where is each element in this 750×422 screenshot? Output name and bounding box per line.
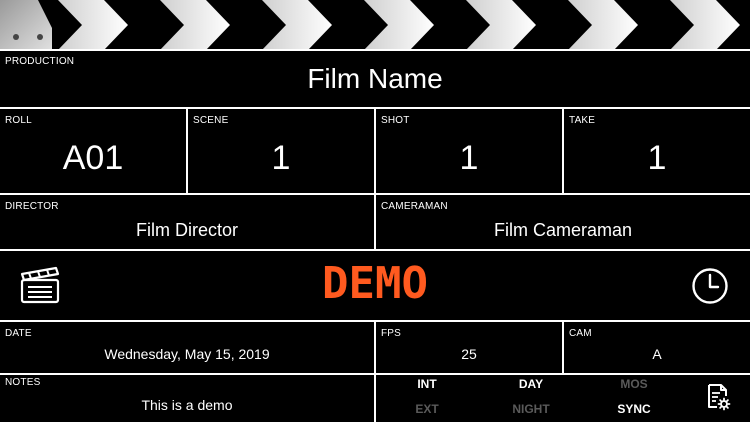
scene-value: 1 (271, 139, 291, 177)
director-value: Film Director (136, 220, 238, 240)
notes-label: NOTES (5, 377, 41, 388)
date-label: DATE (5, 328, 32, 339)
director-field[interactable]: DIRECTOR Film Director (0, 195, 374, 249)
cameraman-field[interactable]: CAMERAMAN Film Cameraman (376, 195, 750, 249)
fps-field[interactable]: FPS 25 (376, 322, 562, 373)
shot-field[interactable]: SHOT 1 (376, 109, 562, 193)
night-toggle[interactable]: NIGHT (496, 402, 566, 416)
cameraman-label: CAMERAMAN (381, 201, 448, 212)
cam-value: A (652, 346, 662, 362)
date-value: Wednesday, May 15, 2019 (104, 346, 270, 362)
cam-field[interactable]: CAM A (564, 322, 750, 373)
production-value: Film Name (307, 63, 443, 94)
notes-value: This is a demo (141, 397, 233, 413)
int-toggle[interactable]: INT (392, 377, 462, 391)
ext-toggle[interactable]: EXT (392, 402, 462, 416)
clapper-stripes (0, 0, 740, 50)
cameraman-value: Film Cameraman (493, 220, 633, 240)
mos-toggle[interactable]: MOS (599, 377, 669, 391)
roll-value: A01 (62, 139, 124, 177)
shot-value: 1 (459, 139, 479, 177)
fps-label: FPS (381, 328, 402, 339)
director-label: DIRECTOR (5, 201, 59, 212)
notes-field[interactable]: NOTES This is a demo (0, 375, 374, 422)
clock-icon[interactable] (691, 267, 729, 305)
cam-label: CAM (569, 328, 592, 339)
roll-field[interactable]: ROLL A01 (0, 109, 186, 193)
shot-label: SHOT (381, 115, 410, 126)
document-settings-icon[interactable] (705, 383, 731, 411)
take-value: 1 (647, 139, 667, 177)
date-field[interactable]: DATE Wednesday, May 15, 2019 (0, 322, 374, 373)
roll-label: ROLL (5, 115, 32, 126)
day-toggle[interactable]: DAY (496, 377, 566, 391)
clapper-stick[interactable] (0, 0, 750, 50)
take-label: TAKE (569, 115, 596, 126)
fps-value: 25 (461, 346, 477, 362)
scene-field[interactable]: SCENE 1 (188, 109, 374, 193)
scene-label: SCENE (193, 115, 229, 126)
production-field[interactable]: PRODUCTION Film Name (0, 51, 750, 107)
take-field[interactable]: TAKE 1 (564, 109, 750, 193)
demo-banner: DEMO (322, 258, 428, 309)
sync-toggle[interactable]: SYNC (599, 402, 669, 416)
